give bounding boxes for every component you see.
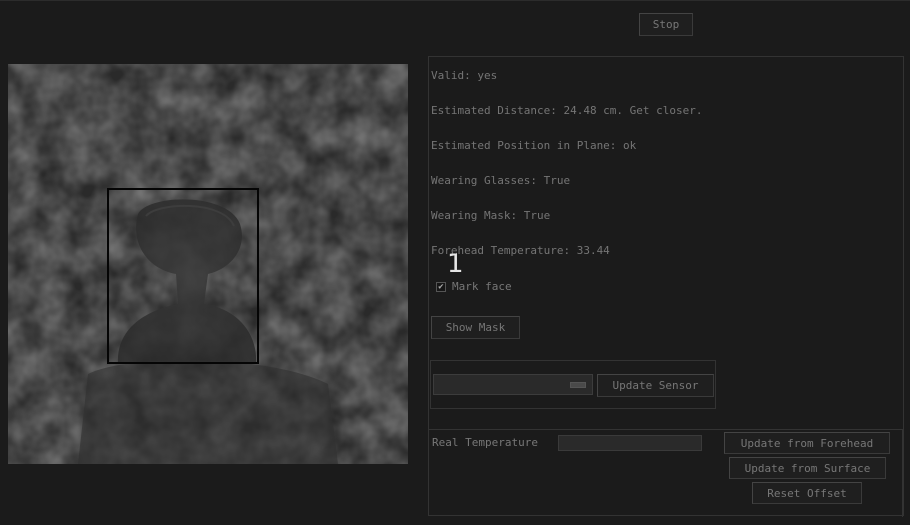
mark-face-checkbox[interactable]: ✔ — [436, 281, 446, 292]
mark-face-label: Mark face — [452, 280, 512, 293]
chevron-down-icon — [570, 382, 586, 388]
sensor-select[interactable] — [433, 374, 593, 395]
glasses-status: Wearing Glasses: True — [431, 174, 571, 187]
real-temperature-input[interactable] — [558, 435, 702, 451]
thermal-camera-view — [8, 64, 408, 464]
mask-status: Wearing Mask: True — [431, 209, 551, 222]
real-temperature-label: Real Temperature — [432, 436, 538, 449]
stop-button[interactable]: Stop — [639, 13, 693, 36]
forehead-temp-status: Forehead Temperature: 33.44 — [431, 244, 610, 257]
show-mask-button[interactable]: Show Mask — [431, 316, 520, 339]
window-top-border — [0, 0, 910, 1]
face-bounding-box — [107, 188, 259, 364]
valid-status: Valid: yes — [431, 69, 498, 82]
update-from-forehead-button[interactable]: Update from Forehead — [724, 432, 890, 454]
mark-face-option[interactable]: ✔ Mark face — [436, 280, 512, 293]
update-sensor-button[interactable]: Update Sensor — [597, 374, 714, 397]
reset-offset-button[interactable]: Reset Offset — [752, 482, 862, 504]
position-status: Estimated Position in Plane: ok — [431, 139, 637, 152]
update-from-surface-button[interactable]: Update from Surface — [729, 457, 886, 479]
distance-status: Estimated Distance: 24.48 cm. Get closer… — [431, 104, 703, 117]
